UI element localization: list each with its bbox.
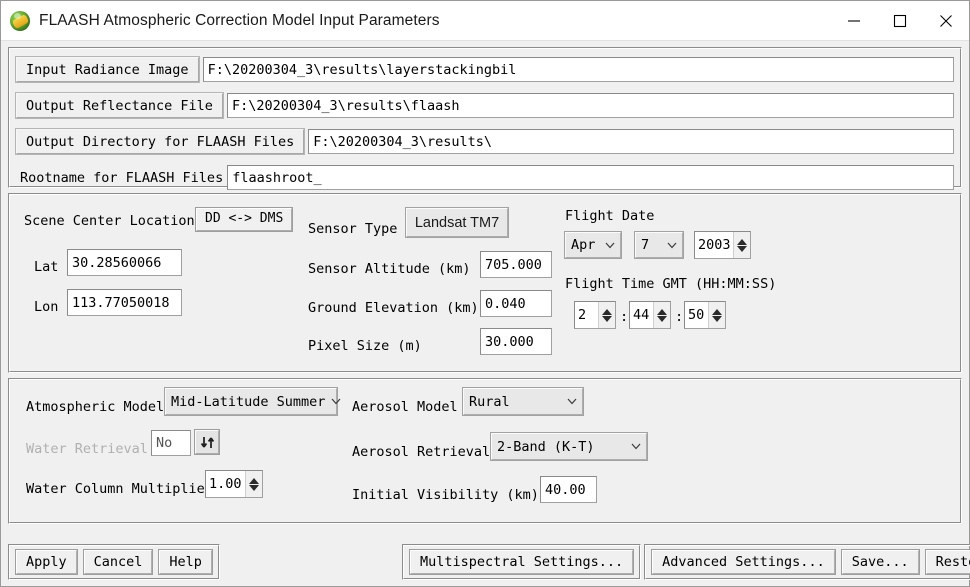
scene-center-location-label: Scene Center Location [24, 213, 195, 229]
input-radiance-image-field[interactable]: F:\20200304_3\results\layerstackingbil [202, 57, 954, 82]
output-reflectance-file-field[interactable]: F:\20200304_3\results\flaash [226, 93, 954, 118]
aerosol-retrieval-value: 2-Band (K-T) [497, 438, 595, 455]
scene-parameters-panel: Scene Center Location DD <-> DMS Lat 30.… [8, 193, 962, 373]
water-column-multiplier-label: Water Column Multiplier [26, 481, 213, 497]
sensor-altitude-label: Sensor Altitude (km) [308, 261, 471, 277]
atmospheric-model-panel: Atmospheric Model Mid-Latitude Summer Wa… [8, 378, 962, 524]
multispectral-settings-button[interactable]: Multispectral Settings... [409, 550, 634, 574]
output-reflectance-file-button[interactable]: Output Reflectance File [16, 93, 223, 118]
flight-hour-value: 2 [578, 307, 587, 323]
minimize-icon[interactable] [831, 1, 877, 41]
flaash-dialog-window: FLAASH Atmospheric Correction Model Inpu… [0, 0, 970, 587]
advanced-button-group: Advanced Settings... Save... Restore... [644, 544, 970, 580]
time-separator-2: : [675, 309, 684, 325]
flight-day-select[interactable]: 7 [635, 232, 683, 258]
aerosol-model-label: Aerosol Model [352, 399, 458, 415]
flight-year-spin-buttons[interactable] [733, 232, 750, 258]
water-column-multiplier-value: 1.00 [209, 476, 242, 492]
file-paths-panel: Input Radiance Image F:\20200304_3\resul… [8, 47, 962, 191]
flight-day-value: 7 [641, 237, 650, 253]
flight-second-value: 50 [688, 307, 705, 323]
input-radiance-image-button[interactable]: Input Radiance Image [16, 57, 199, 82]
water-column-spin-buttons[interactable] [245, 471, 262, 497]
apply-button[interactable]: Apply [16, 550, 77, 574]
pixel-size-label: Pixel Size (m) [308, 338, 422, 354]
cancel-button[interactable]: Cancel [83, 550, 153, 574]
flight-year-stepper[interactable]: 2003 [694, 231, 751, 259]
atmospheric-model-value: Mid-Latitude Summer [171, 393, 326, 410]
sensor-type-button[interactable]: Landsat TM7 [406, 208, 508, 237]
flight-hour-stepper[interactable]: 2 [574, 301, 616, 329]
window-title: FLAASH Atmospheric Correction Model Inpu… [39, 11, 440, 29]
flight-month-select[interactable]: Apr [565, 232, 621, 258]
maximize-icon[interactable] [877, 1, 923, 41]
chevron-down-icon [561, 398, 577, 405]
lon-label: Lon [34, 299, 59, 315]
water-column-multiplier-stepper[interactable]: 1.00 [205, 470, 263, 498]
aerosol-retrieval-select[interactable]: 2-Band (K-T) [491, 433, 647, 460]
dd-dms-toggle-button[interactable]: DD <-> DMS [196, 208, 293, 231]
chevron-down-icon [625, 443, 641, 450]
sensor-altitude-field[interactable]: 705.000 [480, 251, 552, 278]
water-retrieval-label: Water Retrieval [26, 441, 148, 457]
flight-hour-spin-buttons[interactable] [598, 302, 615, 328]
output-directory-field[interactable]: F:\20200304_3\results\ [308, 129, 954, 154]
time-separator-1: : [620, 309, 629, 325]
chevron-down-icon [661, 242, 677, 249]
water-retrieval-toggle-icon[interactable] [195, 430, 219, 454]
ground-elevation-field[interactable]: 0.040 [480, 290, 552, 317]
flight-time-label: Flight Time GMT (HH:MM:SS) [565, 276, 777, 292]
flight-date-label: Flight Date [565, 208, 655, 224]
flight-month-value: Apr [571, 237, 596, 253]
dialog-body: Input Radiance Image F:\20200304_3\resul… [1, 41, 969, 542]
flight-second-spin-buttons[interactable] [708, 302, 725, 328]
help-button[interactable]: Help [159, 550, 212, 574]
input-radiance-row: Input Radiance Image F:\20200304_3\resul… [16, 56, 954, 83]
rootname-field[interactable]: flaashroot_ [227, 165, 954, 190]
pixel-size-field[interactable]: 30.000 [480, 328, 552, 355]
flight-second-stepper[interactable]: 50 [684, 301, 726, 329]
lat-field[interactable]: 30.28560066 [67, 249, 182, 276]
lon-field[interactable]: 113.77050018 [67, 289, 182, 316]
advanced-settings-button[interactable]: Advanced Settings... [652, 550, 835, 574]
flight-minute-stepper[interactable]: 44 [629, 301, 671, 329]
rootname-row: Rootname for FLAASH Files flaashroot_ [16, 164, 954, 191]
output-directory-button[interactable]: Output Directory for FLAASH Files [16, 129, 305, 154]
close-icon[interactable] [923, 1, 969, 41]
aerosol-retrieval-label: Aerosol Retrieval [352, 444, 491, 460]
sensor-type-label: Sensor Type [308, 221, 398, 237]
flight-minute-spin-buttons[interactable] [653, 302, 670, 328]
title-bar: FLAASH Atmospheric Correction Model Inpu… [1, 1, 969, 41]
rootname-label: Rootname for FLAASH Files [20, 169, 224, 186]
dialog-footer: Apply Cancel Help Multispectral Settings… [1, 542, 970, 586]
atmospheric-model-label: Atmospheric Model [26, 399, 165, 415]
output-directory-row: Output Directory for FLAASH Files F:\202… [16, 128, 954, 155]
lat-label: Lat [34, 259, 59, 275]
chevron-down-icon [325, 398, 341, 405]
restore-button[interactable]: Restore... [925, 550, 970, 574]
initial-visibility-label: Initial Visibility (km) [352, 487, 539, 503]
flight-year-value: 2003 [698, 237, 731, 253]
aerosol-model-value: Rural [469, 393, 510, 410]
chevron-down-icon [599, 242, 615, 249]
aerosol-model-select[interactable]: Rural [463, 388, 583, 415]
ground-elevation-label: Ground Elevation (km) [308, 300, 479, 316]
water-retrieval-field: No [151, 430, 191, 456]
envi-globe-icon [9, 10, 31, 32]
save-button[interactable]: Save... [841, 550, 919, 574]
initial-visibility-field[interactable]: 40.00 [540, 476, 597, 503]
output-reflectance-row: Output Reflectance File F:\20200304_3\re… [16, 92, 954, 119]
flight-minute-value: 44 [633, 307, 650, 323]
primary-button-group: Apply Cancel Help [8, 544, 220, 580]
window-controls [831, 1, 969, 41]
atmospheric-model-select[interactable]: Mid-Latitude Summer [165, 388, 341, 415]
multispectral-button-group: Multispectral Settings... [401, 544, 642, 580]
